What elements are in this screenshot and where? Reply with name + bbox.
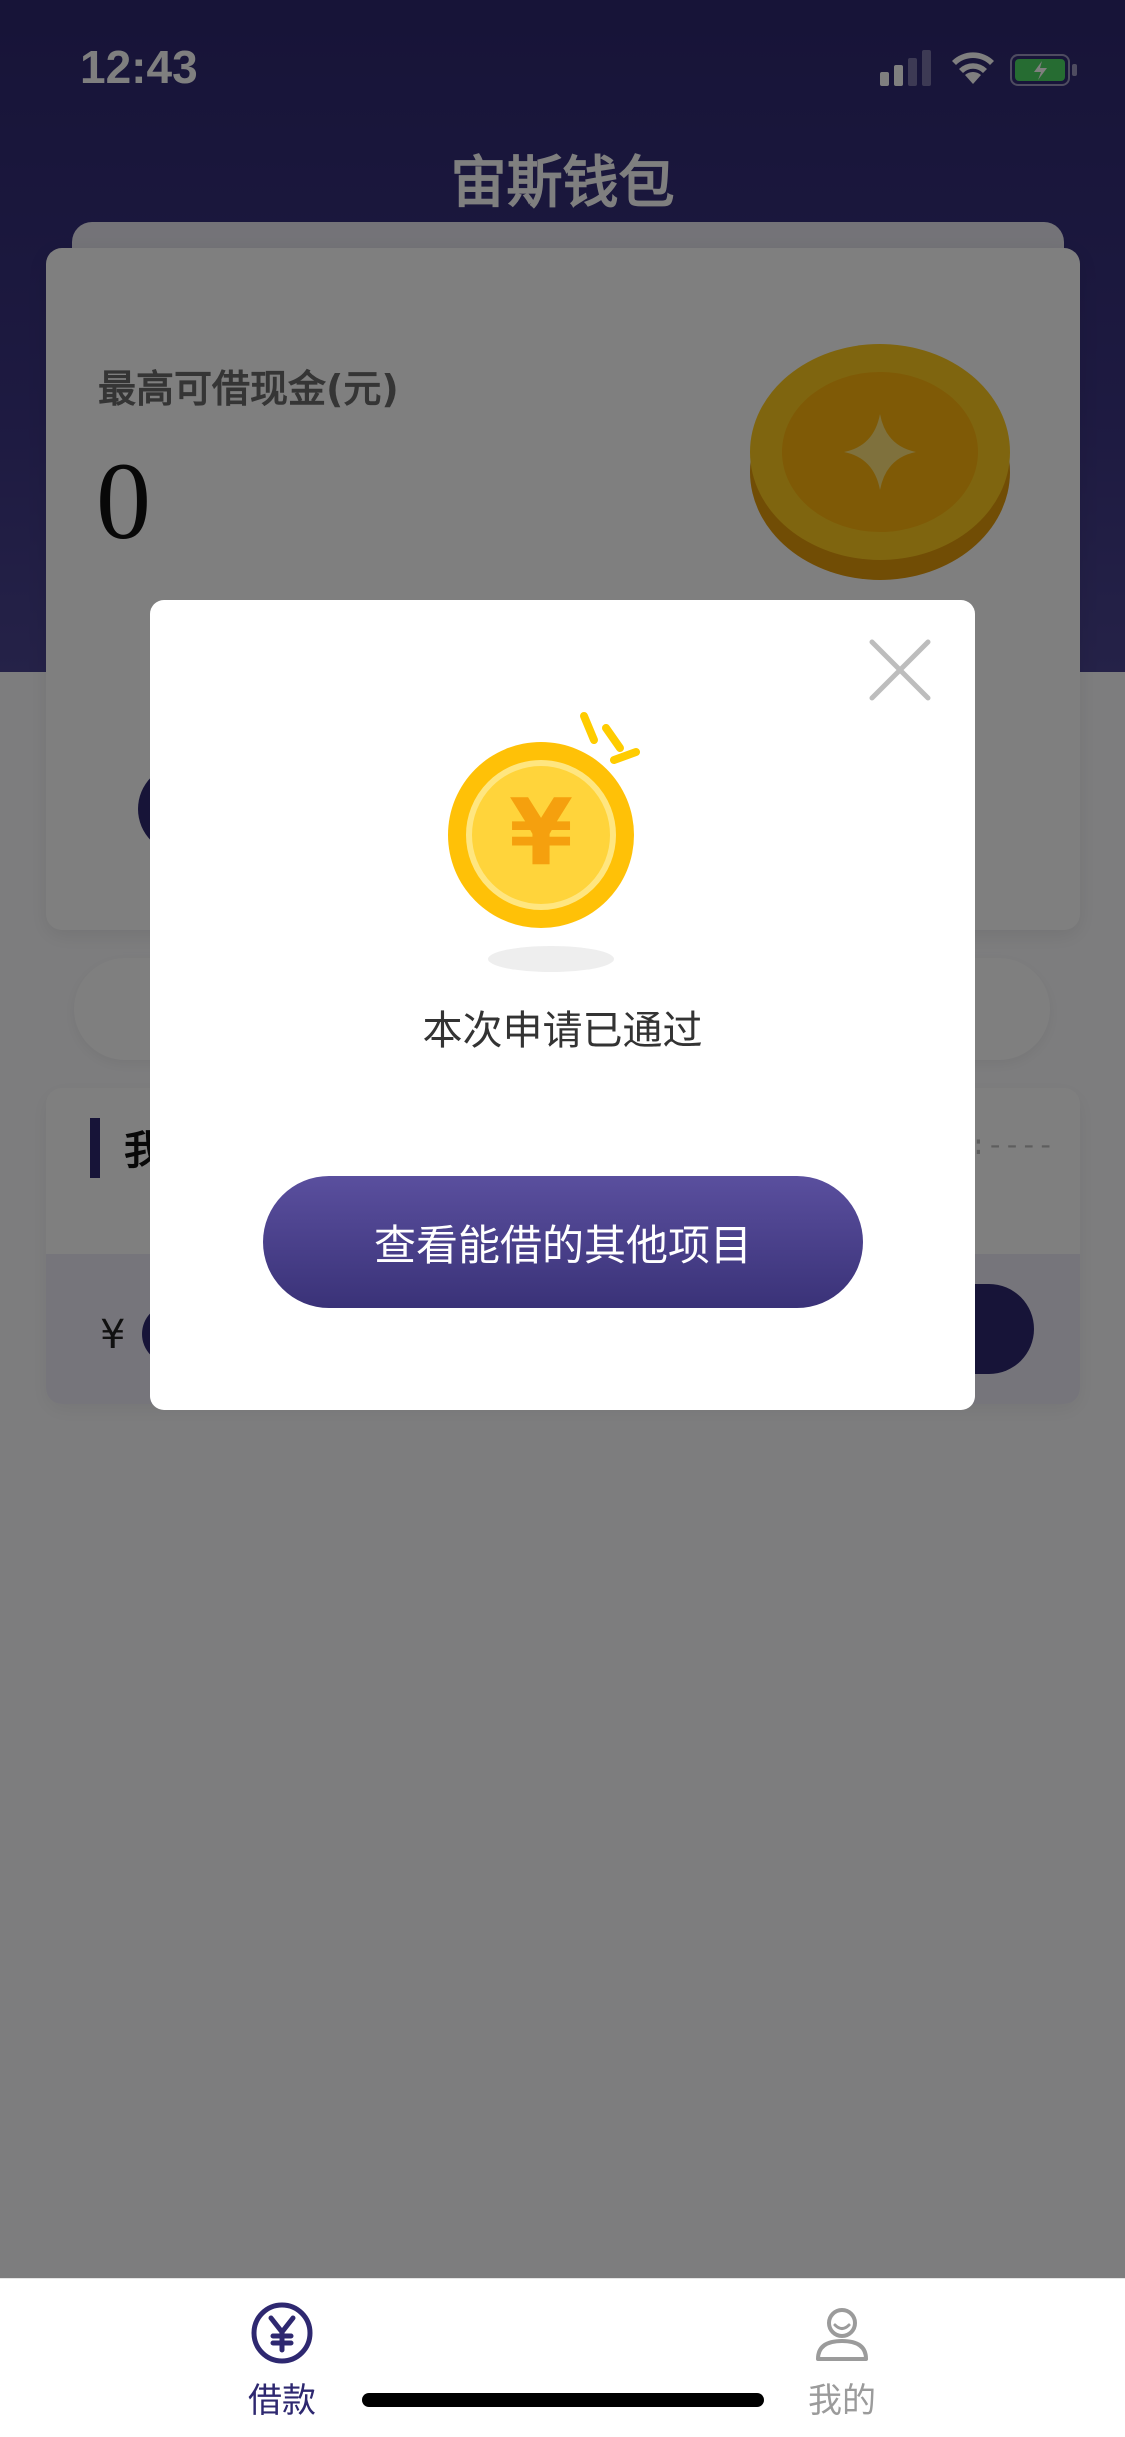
approval-message: 本次申请已通过: [422, 1008, 703, 1054]
tab-loan[interactable]: 借款: [182, 2279, 382, 2437]
coin-yen-symbol: ¥: [509, 779, 573, 886]
yen-coin-icon: ¥: [448, 712, 640, 928]
tab-bar: 借款 我的: [0, 2278, 1125, 2437]
close-icon[interactable]: [868, 638, 932, 702]
tab-mine[interactable]: 我的: [742, 2279, 942, 2437]
coin-shadow: [488, 946, 614, 972]
yen-circle-icon: [251, 2302, 313, 2364]
tab-mine-label: 我的: [808, 2381, 876, 2421]
approval-dialog: ¥ 本次申请已通过 查看能借的其他项目: [150, 600, 975, 1410]
view-other-projects-button[interactable]: 查看能借的其他项目: [263, 1176, 863, 1308]
tab-loan-label: 借款: [248, 2381, 316, 2421]
user-icon: [816, 2308, 868, 2361]
home-indicator: [362, 2393, 764, 2407]
